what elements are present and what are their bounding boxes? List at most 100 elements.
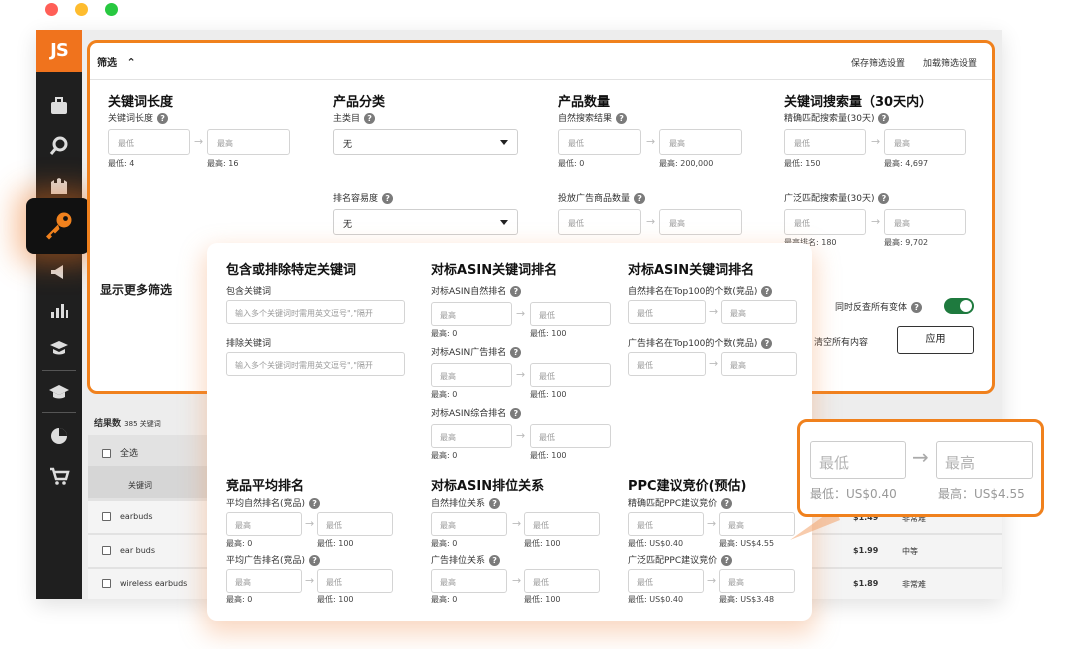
briefcase-icon[interactable] [47, 94, 71, 118]
rel-organic-max-value: 最高: 0 [431, 539, 458, 548]
row-checkbox[interactable] [102, 512, 111, 521]
avg-rank-heading: 竞品平均排名 [226, 479, 305, 494]
avg-ad-label: 平均广告排名(竞品) [226, 556, 306, 566]
ads-count-label: 投放广告商品数量 [558, 194, 631, 204]
organic-results-max-input[interactable]: 最高 [659, 129, 742, 155]
zoom-min-input[interactable]: 最低 [810, 441, 906, 479]
zoom-max-input[interactable]: 最高 [936, 441, 1033, 479]
top100-organic-max-input[interactable]: 最高 [721, 300, 797, 324]
asin-ad-max-input[interactable]: 最高 [431, 363, 512, 387]
broad-volume-label: 广泛匹配搜索量(30天) [784, 194, 875, 204]
difficulty-cell: 中等 [902, 547, 918, 556]
rel-ad-min-input[interactable]: 最低 [524, 569, 600, 593]
ppc-broad-min-input[interactable]: 最低 [628, 569, 704, 593]
filter-title[interactable]: 筛选 ⌃ [97, 54, 136, 69]
price-cell: $1.89 [853, 579, 879, 588]
broad-volume-min-input[interactable]: 最低 [784, 209, 866, 235]
keyword-length-min-input[interactable]: 最低 [108, 129, 190, 155]
include-keywords-input[interactable]: 输入多个关键词时需用英文逗号","隔开 [226, 300, 405, 324]
top100-ad-min-input[interactable]: 最低 [628, 352, 706, 376]
asin-combined-min-value: 最低: 100 [530, 451, 567, 460]
rel-ad-label: 广告排位关系 [431, 556, 486, 566]
row-checkbox[interactable] [102, 579, 111, 588]
include-label: 包含关键词 [226, 287, 272, 297]
keyword-length-heading: 关键词长度 [108, 95, 174, 110]
asin-organic-min-input[interactable]: 最低 [530, 302, 611, 326]
category-heading: 产品分类 [333, 95, 386, 110]
ppc-heading: PPC建议竞价(预估) [628, 479, 747, 494]
variants-label: 同时反查所有变体 [835, 303, 908, 313]
clear-all-button[interactable]: 清空所有内容 [814, 335, 868, 348]
top100-ad-max-input[interactable]: 最高 [721, 352, 797, 376]
asin-ad-min-input[interactable]: 最低 [530, 363, 611, 387]
top100-organic-min-input[interactable]: 最低 [628, 300, 706, 324]
rank-ease-label: 排名容易度 [333, 194, 379, 204]
include-exclude-heading: 包含或排除特定关键词 [226, 263, 357, 278]
asin-combined-min-input[interactable]: 最低 [530, 424, 611, 448]
broad-volume-max-input[interactable]: 最高 [884, 209, 966, 235]
rel-organic-min-input[interactable]: 最低 [524, 512, 600, 536]
keyword-cell: ear buds [120, 546, 156, 555]
avg-ad-max-value: 最高: 0 [226, 595, 253, 604]
maximize-window-button[interactable] [105, 3, 118, 16]
main-category-select[interactable]: 无 [333, 129, 518, 155]
rel-ad-max-input[interactable]: 最高 [431, 569, 507, 593]
search-icon[interactable] [47, 134, 71, 158]
graduation-hand-icon[interactable] [47, 336, 71, 360]
castle-icon[interactable] [47, 174, 71, 198]
rel-organic-min-value: 最低: 100 [524, 539, 561, 548]
close-window-button[interactable] [45, 3, 58, 16]
apply-button[interactable]: 应用 [897, 326, 974, 354]
asin-organic-max-input[interactable]: 最高 [431, 302, 512, 326]
organic-results-label: 自然搜索结果 [558, 114, 613, 124]
asin-organic-label: 对标ASIN自然排名 [431, 287, 507, 297]
graduation-cap-icon[interactable] [47, 380, 71, 404]
asin-combined-max-input[interactable]: 最高 [431, 424, 512, 448]
avg-ad-max-input[interactable]: 最高 [226, 569, 302, 593]
organic-results-min-input[interactable]: 最低 [558, 129, 641, 155]
variants-toggle[interactable] [944, 298, 974, 314]
avg-organic-label: 平均自然排名(竞品) [226, 499, 306, 509]
organic-results-max-value: 最高: 200,000 [659, 159, 714, 168]
save-filter-button[interactable]: 保存筛选设置 [851, 56, 905, 69]
ads-count-max-input[interactable]: 最高 [659, 209, 742, 235]
avg-organic-min-value: 最低: 100 [317, 539, 354, 548]
select-all-checkbox[interactable]: 全选 [102, 446, 138, 459]
sidebar: JS [36, 30, 82, 599]
organic-results-min-value: 最低: 0 [558, 159, 585, 168]
ads-count-min-input[interactable]: 最低 [558, 209, 641, 235]
exclude-keywords-input[interactable]: 输入多个关键词时需用英文逗号","隔开 [226, 352, 405, 376]
rank-ease-select[interactable]: 无 [333, 209, 518, 235]
avg-organic-min-input[interactable]: 最低 [317, 512, 393, 536]
more-filters-popup: 包含或排除特定关键词 包含关键词 输入多个关键词时需用英文逗号","隔开 排除关… [207, 243, 812, 621]
key-icon[interactable] [26, 198, 90, 254]
exact-volume-min-value: 最低: 150 [784, 159, 821, 168]
avg-ad-min-value: 最低: 100 [317, 595, 354, 604]
megaphone-icon[interactable] [47, 260, 71, 284]
show-more-filters[interactable]: 显示更多筛选 [100, 281, 172, 298]
ppc-broad-label: 广泛匹配PPC建议竞价 [628, 556, 718, 566]
exact-volume-min-input[interactable]: 最低 [784, 129, 866, 155]
ppc-broad-max-input[interactable]: 最高 [719, 569, 795, 593]
top100-organic-label: 自然排名在Top100的个数(竞品) [628, 287, 758, 297]
avg-organic-max-input[interactable]: 最高 [226, 512, 302, 536]
asin-ad-min-value: 最低: 100 [530, 390, 567, 399]
broad-volume-max-value: 最高: 9,702 [884, 238, 929, 247]
exact-volume-max-input[interactable]: 最高 [884, 129, 966, 155]
ppc-broad-min-value: 最低: US$0.40 [628, 595, 684, 604]
rel-organic-max-input[interactable]: 最高 [431, 512, 507, 536]
load-filter-button[interactable]: 加载筛选设置 [923, 56, 977, 69]
cart-icon[interactable] [47, 464, 71, 488]
pie-chart-icon[interactable] [47, 424, 71, 448]
asin-rank-top100-heading: 对标ASIN关键词排名 [628, 263, 755, 278]
keyword-cell: wireless earbuds [120, 579, 188, 588]
asin-combined-label: 对标ASIN综合排名 [431, 409, 507, 419]
bar-chart-icon[interactable] [47, 298, 71, 322]
keyword-length-max-input[interactable]: 最高 [207, 129, 290, 155]
row-checkbox[interactable] [102, 546, 111, 555]
keyword-length-min-value: 最低: 4 [108, 159, 135, 168]
rel-ad-max-value: 最高: 0 [431, 595, 458, 604]
minimize-window-button[interactable] [75, 3, 88, 16]
avg-ad-min-input[interactable]: 最低 [317, 569, 393, 593]
ppc-exact-min-input[interactable]: 最低 [628, 512, 704, 536]
